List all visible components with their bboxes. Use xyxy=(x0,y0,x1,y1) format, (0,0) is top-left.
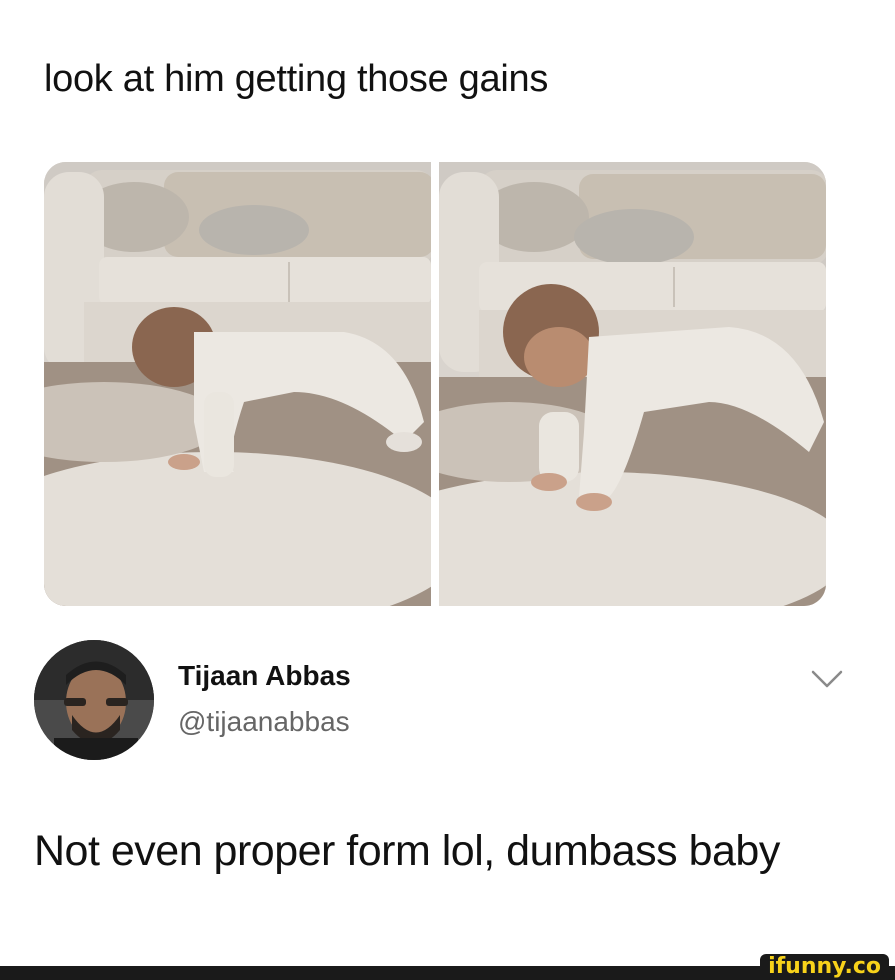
display-name[interactable]: Tijaan Abbas xyxy=(178,660,351,692)
photo-grid xyxy=(44,162,826,606)
avatar-image xyxy=(34,640,154,760)
tweet-author: Tijaan Abbas @tijaanabbas xyxy=(34,640,854,760)
user-handle[interactable]: @tijaanabbas xyxy=(178,706,350,738)
tweet-text: Not even proper form lol, dumbass baby xyxy=(34,827,780,875)
avatar[interactable] xyxy=(34,640,154,760)
photo-left[interactable] xyxy=(44,162,431,606)
baby-pushup-photo-right xyxy=(439,162,826,606)
ifunny-watermark: ifunny.co xyxy=(760,954,889,980)
baby-pushup-photo-left xyxy=(44,162,431,606)
photo-right[interactable] xyxy=(439,162,826,606)
post-caption: look at him getting those gains xyxy=(44,58,549,100)
chevron-down-icon[interactable] xyxy=(810,668,844,690)
